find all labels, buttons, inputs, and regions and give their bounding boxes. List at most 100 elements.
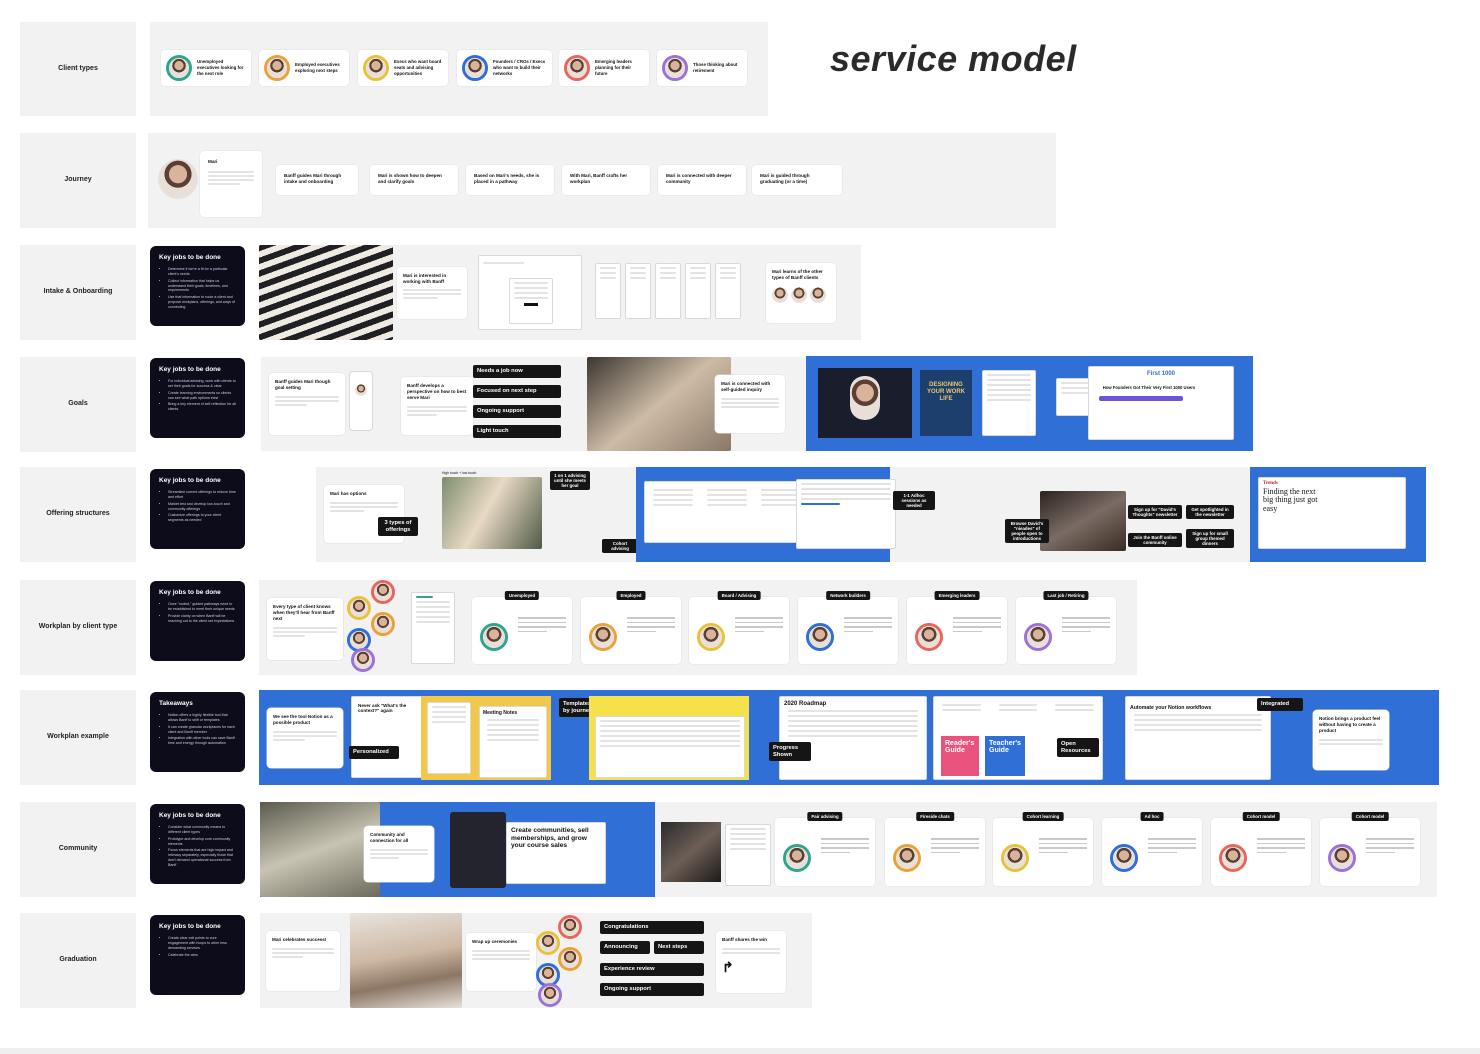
avatar bbox=[158, 159, 198, 199]
type-pill: Pair advising bbox=[807, 812, 843, 821]
community-card: Community and connection for all bbox=[364, 826, 434, 882]
avatar bbox=[1001, 844, 1029, 872]
avatar bbox=[1219, 844, 1247, 872]
card-title: Banff guides Mari though goal setting bbox=[275, 379, 331, 390]
journey-step: Banff guides Mari through intake and onb… bbox=[276, 165, 358, 195]
bullet: Once "routed," guided pathways need to b… bbox=[168, 602, 236, 612]
goal-chip: Light touch bbox=[473, 425, 561, 438]
notion-card: We see the tool Notion as a possible pro… bbox=[267, 708, 343, 768]
client-type-card: Employed executives exploring next steps bbox=[259, 50, 349, 86]
avatar bbox=[351, 648, 375, 672]
avatar bbox=[791, 286, 807, 303]
panel-heading: Key jobs to be done bbox=[159, 923, 221, 930]
meeting-notes-thumb: Meeting Notes bbox=[479, 706, 547, 778]
graduation-chip: Congratulations bbox=[600, 921, 704, 934]
avatar bbox=[893, 844, 921, 872]
booking-screenshot bbox=[796, 479, 896, 549]
goal-chip: Focused on next step bbox=[473, 385, 561, 398]
feature-chip: Open Resources bbox=[1057, 738, 1099, 758]
journey-step: Mari is shown how to deepen and clarify … bbox=[370, 165, 458, 195]
sell-headline: Create communities, sell memberships, an… bbox=[511, 827, 589, 850]
screen-thumb bbox=[685, 263, 711, 319]
client-types-band: Unemployed executives looking for the ne… bbox=[150, 22, 768, 116]
bullet: Prototype and develop core community ele… bbox=[168, 837, 236, 847]
card-title: Mari is interested in working with Banff bbox=[403, 273, 447, 284]
app-screenshot bbox=[450, 812, 506, 888]
row-label-graduation: Graduation bbox=[20, 913, 136, 1008]
avatar bbox=[480, 623, 508, 651]
client-type-label: Execs who want board seats and advising … bbox=[394, 59, 442, 76]
community-type-card: Cohort model bbox=[1211, 812, 1311, 886]
offering-tag: Sign up for small group themed dinners bbox=[1186, 529, 1234, 548]
client-type-label: Those thinking about retirement bbox=[693, 62, 738, 73]
offering-tag: Join the Banff online community bbox=[1128, 533, 1182, 547]
table-thumb bbox=[595, 716, 745, 778]
avatar bbox=[371, 580, 395, 604]
intake-screens-strip bbox=[595, 261, 745, 321]
document-thumb bbox=[982, 370, 1036, 436]
graduation-jobs-panel: Key jobs to be done Create clear exit po… bbox=[150, 915, 245, 995]
book-cover: DESIGNING YOUR WORK LIFE bbox=[920, 370, 972, 436]
meeting-notes-title: Meeting Notes bbox=[483, 710, 518, 716]
goal-chip: Needs a job now bbox=[473, 365, 561, 378]
graduation-chip: Announcing bbox=[600, 941, 650, 954]
bottom-divider bbox=[0, 1048, 1480, 1054]
trends-headline: Finding the next big thing just got easy bbox=[1263, 487, 1318, 513]
community-type-card: Ad hoc bbox=[1102, 812, 1202, 886]
phone-mockup bbox=[349, 371, 373, 431]
first-1000-screenshot: First 1000 How Founders Got Their Very F… bbox=[1088, 366, 1234, 440]
persona-name: Mari bbox=[208, 159, 218, 164]
workplan-type-card: Board / Advising bbox=[689, 591, 789, 664]
graduation-chip: Ongoing support bbox=[600, 983, 704, 996]
graduation-chip: Experience review bbox=[600, 963, 704, 976]
type-pill: Network builders bbox=[826, 591, 870, 600]
avatar bbox=[564, 55, 590, 81]
community-sell-screenshot: Create communities, sell memberships, an… bbox=[506, 822, 606, 884]
bullet: Bring a key element of self-reflection f… bbox=[168, 402, 236, 412]
row-label-intake: Intake & Onboarding bbox=[20, 245, 136, 340]
screen-thumb bbox=[655, 263, 681, 319]
avatar bbox=[850, 376, 880, 420]
intake-card: Mari learns of the other types of Banff … bbox=[766, 263, 836, 323]
goals-resources-band: DESIGNING YOUR WORK LIFE First 1000 How … bbox=[806, 356, 1253, 451]
type-pill: Employed bbox=[616, 591, 646, 600]
goals-band: Banff guides Mari though goal setting Ba… bbox=[261, 357, 809, 451]
avatar bbox=[166, 55, 192, 81]
client-type-card: Execs who want board seats and advising … bbox=[358, 50, 448, 86]
bullet: Collect information that helps us unders… bbox=[168, 279, 236, 294]
panel-heading: Key jobs to be done bbox=[159, 254, 221, 261]
avatar bbox=[1110, 844, 1138, 872]
type-pill: Emerging leaders bbox=[934, 591, 980, 600]
card-title: Mari learns of the other types of Banff … bbox=[772, 269, 823, 280]
screen-thumb bbox=[625, 263, 651, 319]
row-label-workplan: Workplan by client type bbox=[20, 580, 136, 675]
row-label-community: Community bbox=[20, 802, 136, 897]
client-type-label: Employed executives exploring next steps bbox=[295, 62, 340, 73]
journey-step: Mari is guided through graduating (or a … bbox=[752, 165, 842, 195]
offering-tag: Get spotlighted in the newsletter bbox=[1186, 505, 1234, 519]
offerings-chip: 3 types of offerings bbox=[378, 517, 418, 537]
graduation-chip: Next steps bbox=[654, 941, 704, 954]
takeaways-panel: Takeaways Notion offers a highly flexibl… bbox=[150, 692, 245, 772]
avatar bbox=[558, 915, 582, 939]
journey-step: Mari is connected with deeper community bbox=[658, 165, 746, 195]
community-jobs-panel: Key jobs to be done Consider what commun… bbox=[150, 804, 245, 884]
notion-screens-yellow: Meeting Notes bbox=[421, 696, 551, 780]
screen-thumb bbox=[427, 702, 471, 774]
notion-product-card: Notion brings a product feel without hav… bbox=[1313, 710, 1389, 770]
workplan-jobs-panel: Key jobs to be done Once "routed," guide… bbox=[150, 581, 245, 661]
client-type-label: Emerging leaders planning for their futu… bbox=[595, 59, 632, 76]
community-type-card: Fireside chats bbox=[885, 812, 985, 886]
photo-conversation bbox=[442, 477, 542, 549]
bullet: Integration with other tools can save Ba… bbox=[168, 736, 236, 746]
community-doc bbox=[725, 824, 771, 886]
community-blue-band: Community and connection for all Create … bbox=[260, 802, 655, 897]
bullet: Streamline current offerings to reduce t… bbox=[168, 490, 236, 500]
workplan-card: Every type of client knows when they'll … bbox=[267, 598, 343, 660]
video-thumbnail bbox=[818, 368, 912, 438]
goal-chip: Ongoing support bbox=[473, 405, 561, 418]
screen-thumb bbox=[715, 263, 741, 319]
client-type-card: Unemployed executives looking for the ne… bbox=[161, 50, 251, 86]
panel-heading: Key jobs to be done bbox=[159, 366, 221, 373]
avatar bbox=[783, 844, 811, 872]
